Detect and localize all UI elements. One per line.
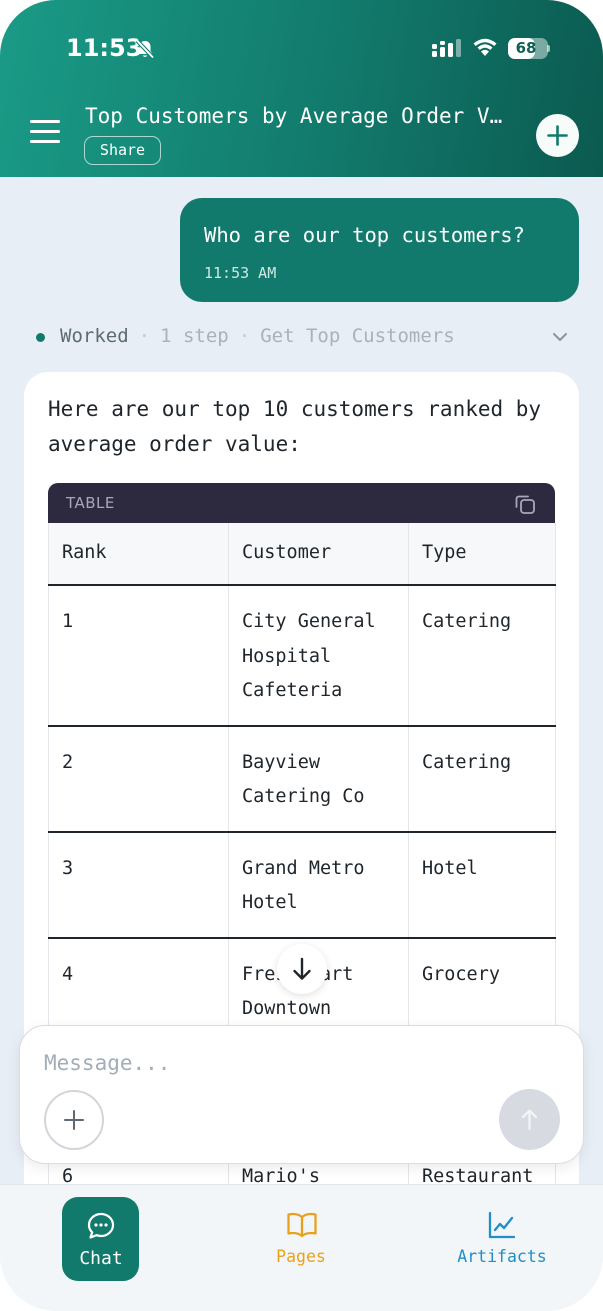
- table-cell: Catering: [408, 585, 556, 727]
- table-toolbar: TABLE: [48, 483, 555, 523]
- phone-screen: 11:53 68 Top Customers by Average Order …: [0, 0, 603, 1311]
- bottom-navigation: Chat Pages Artifacts: [0, 1184, 603, 1311]
- table-header-cell: Customer: [228, 523, 409, 586]
- separator-dot: ·: [238, 325, 251, 347]
- table-header-cell: Rank: [48, 523, 229, 586]
- cellular-signal-icon: [432, 39, 461, 57]
- hamburger-line: [30, 130, 60, 133]
- work-status-row[interactable]: Worked · 1 step · Get Top Customers: [60, 325, 455, 347]
- scroll-to-bottom-button[interactable]: [277, 944, 327, 994]
- table-cell: City General Hospital Cafeteria: [228, 585, 409, 727]
- share-button[interactable]: Share: [84, 136, 161, 165]
- app-header: 11:53 68 Top Customers by Average Order …: [0, 0, 603, 177]
- user-message-bubble: Who are our top customers? 11:53 AM: [180, 198, 579, 302]
- nav-item-chat[interactable]: Chat: [62, 1197, 139, 1281]
- table-cell: 1: [48, 585, 229, 727]
- user-message-time: 11:53 AM: [204, 264, 277, 282]
- work-tool-name: Get Top Customers: [260, 325, 455, 347]
- book-icon: [287, 1212, 317, 1238]
- table-cell: Catering: [408, 725, 556, 833]
- work-step-count: 1 step: [160, 325, 229, 347]
- battery-tip: [547, 45, 550, 52]
- status-dot: [36, 333, 45, 342]
- hamburger-line: [30, 140, 60, 143]
- table-header-row: Rank Customer Type: [48, 523, 556, 586]
- message-input[interactable]: [44, 1048, 544, 1078]
- send-button[interactable]: [499, 1089, 560, 1150]
- separator-dot: ·: [138, 325, 151, 347]
- plus-icon: [547, 125, 568, 146]
- arrow-down-icon: [293, 957, 311, 980]
- battery-indicator: 68: [508, 38, 548, 59]
- nav-label-artifacts: Artifacts: [457, 1247, 547, 1266]
- user-message-text: Who are our top customers?: [204, 223, 525, 247]
- table-label: TABLE: [66, 494, 115, 512]
- nav-label-pages: Pages: [276, 1247, 326, 1266]
- table-row: 2 Bayview Catering Co Catering: [48, 725, 556, 833]
- assistant-intro-text: Here are our top 10 customers ranked by …: [48, 397, 542, 456]
- bell-muted-icon: [135, 39, 155, 59]
- menu-button[interactable]: [30, 120, 60, 148]
- arrow-up-icon: [521, 1109, 538, 1131]
- table-cell: 2: [48, 725, 229, 833]
- hamburger-menu-icon: [30, 120, 60, 123]
- battery-percent: 68: [515, 39, 537, 57]
- work-status-label: Worked: [60, 325, 129, 347]
- table-row: 3 Grand Metro Hotel Hotel: [48, 831, 556, 939]
- chat-bubble-icon: [87, 1212, 115, 1239]
- assistant-message-card: Here are our top 10 customers ranked by …: [24, 372, 579, 1311]
- table-row: 1 City General Hospital Cafeteria Cateri…: [48, 585, 556, 727]
- copy-icon[interactable]: [514, 493, 536, 515]
- table-cell: Hotel: [408, 831, 556, 939]
- table-cell: 3: [48, 831, 229, 939]
- conversation-title: Top Customers by Average Order Value: [85, 104, 510, 128]
- table-cell: Grand Metro Hotel: [228, 831, 409, 939]
- wifi-icon: [473, 38, 497, 56]
- chevron-down-icon[interactable]: [551, 330, 569, 344]
- message-composer: [19, 1025, 584, 1164]
- table-header-cell: Type: [408, 523, 556, 586]
- plus-icon: [64, 1110, 84, 1130]
- status-time: 11:53: [66, 34, 143, 62]
- new-chat-button[interactable]: [536, 114, 579, 157]
- nav-label-chat: Chat: [79, 1248, 123, 1269]
- attach-button[interactable]: [44, 1090, 104, 1150]
- line-chart-icon: [488, 1211, 516, 1239]
- table-cell: Bayview Catering Co: [228, 725, 409, 833]
